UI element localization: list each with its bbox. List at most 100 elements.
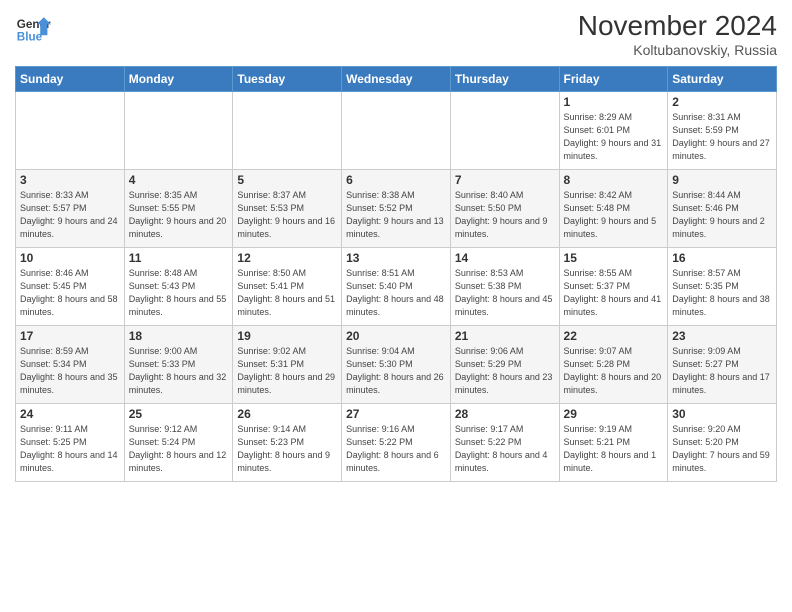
day-number: 20 (346, 329, 446, 343)
calendar-cell: 8 Sunrise: 8:42 AMSunset: 5:48 PMDaylight… (559, 170, 668, 248)
day-number: 2 (672, 95, 772, 109)
calendar-cell: 20 Sunrise: 9:04 AMSunset: 5:30 PMDayligh… (342, 326, 451, 404)
day-number: 8 (564, 173, 664, 187)
page-container: General Blue November 2024 Koltubanovski… (0, 0, 792, 490)
day-number: 3 (20, 173, 120, 187)
calendar-cell: 24 Sunrise: 9:11 AMSunset: 5:25 PMDayligh… (16, 404, 125, 482)
day-info: Sunrise: 8:53 AMSunset: 5:38 PMDaylight:… (455, 267, 555, 319)
day-number: 25 (129, 407, 229, 421)
location-subtitle: Koltubanovskiy, Russia (578, 42, 777, 58)
day-number: 5 (237, 173, 337, 187)
day-info: Sunrise: 8:40 AMSunset: 5:50 PMDaylight:… (455, 189, 555, 241)
day-info: Sunrise: 9:12 AMSunset: 5:24 PMDaylight:… (129, 423, 229, 475)
calendar-cell: 16 Sunrise: 8:57 AMSunset: 5:35 PMDayligh… (668, 248, 777, 326)
day-info: Sunrise: 9:17 AMSunset: 5:22 PMDaylight:… (455, 423, 555, 475)
calendar-cell: 9 Sunrise: 8:44 AMSunset: 5:46 PMDaylight… (668, 170, 777, 248)
day-number: 27 (346, 407, 446, 421)
col-header-saturday: Saturday (668, 67, 777, 92)
calendar-cell (124, 92, 233, 170)
day-info: Sunrise: 8:50 AMSunset: 5:41 PMDaylight:… (237, 267, 337, 319)
day-number: 17 (20, 329, 120, 343)
day-info: Sunrise: 9:14 AMSunset: 5:23 PMDaylight:… (237, 423, 337, 475)
day-number: 15 (564, 251, 664, 265)
calendar-cell: 23Sunrise: 9:09 AMSunset: 5:27 PMDayligh… (668, 326, 777, 404)
day-info: Sunrise: 8:46 AMSunset: 5:45 PMDaylight:… (20, 267, 120, 319)
day-info: Sunrise: 8:57 AMSunset: 5:35 PMDaylight:… (672, 267, 772, 319)
day-info: Sunrise: 9:09 AMSunset: 5:27 PMDaylight:… (672, 345, 772, 397)
day-info: Sunrise: 9:11 AMSunset: 5:25 PMDaylight:… (20, 423, 120, 475)
col-header-monday: Monday (124, 67, 233, 92)
day-info: Sunrise: 8:29 AMSunset: 6:01 PMDaylight:… (564, 111, 664, 163)
day-info: Sunrise: 8:35 AMSunset: 5:55 PMDaylight:… (129, 189, 229, 241)
day-number: 28 (455, 407, 555, 421)
day-number: 24 (20, 407, 120, 421)
calendar-cell: 1 Sunrise: 8:29 AMSunset: 6:01 PMDaylight… (559, 92, 668, 170)
day-number: 10 (20, 251, 120, 265)
calendar-cell: 14 Sunrise: 8:53 AMSunset: 5:38 PMDayligh… (450, 248, 559, 326)
day-number: 13 (346, 251, 446, 265)
day-info: Sunrise: 9:16 AMSunset: 5:22 PMDaylight:… (346, 423, 446, 475)
day-number: 1 (564, 95, 664, 109)
day-info: Sunrise: 8:31 AMSunset: 5:59 PMDaylight:… (672, 111, 772, 163)
calendar-week-3: 10 Sunrise: 8:46 AMSunset: 5:45 PMDayligh… (16, 248, 777, 326)
calendar-cell: 11 Sunrise: 8:48 AMSunset: 5:43 PMDayligh… (124, 248, 233, 326)
day-info: Sunrise: 9:00 AMSunset: 5:33 PMDaylight:… (129, 345, 229, 397)
day-number: 12 (237, 251, 337, 265)
calendar-cell (450, 92, 559, 170)
calendar-week-4: 17 Sunrise: 8:59 AMSunset: 5:34 PMDayligh… (16, 326, 777, 404)
calendar-cell: 7 Sunrise: 8:40 AMSunset: 5:50 PMDaylight… (450, 170, 559, 248)
calendar-cell: 5 Sunrise: 8:37 AMSunset: 5:53 PMDaylight… (233, 170, 342, 248)
calendar-cell: 21 Sunrise: 9:06 AMSunset: 5:29 PMDayligh… (450, 326, 559, 404)
col-header-tuesday: Tuesday (233, 67, 342, 92)
calendar-cell: 4Sunrise: 8:35 AMSunset: 5:55 PMDaylight… (124, 170, 233, 248)
calendar-week-2: 3Sunrise: 8:33 AMSunset: 5:57 PMDaylight… (16, 170, 777, 248)
day-number: 9 (672, 173, 772, 187)
calendar-cell: 27 Sunrise: 9:16 AMSunset: 5:22 PMDayligh… (342, 404, 451, 482)
calendar-cell: 22 Sunrise: 9:07 AMSunset: 5:28 PMDayligh… (559, 326, 668, 404)
day-info: Sunrise: 9:04 AMSunset: 5:30 PMDaylight:… (346, 345, 446, 397)
calendar-cell: 13 Sunrise: 8:51 AMSunset: 5:40 PMDayligh… (342, 248, 451, 326)
day-info: Sunrise: 9:20 AMSunset: 5:20 PMDaylight:… (672, 423, 772, 475)
calendar-cell: 2 Sunrise: 8:31 AMSunset: 5:59 PMDaylight… (668, 92, 777, 170)
col-header-thursday: Thursday (450, 67, 559, 92)
day-number: 16 (672, 251, 772, 265)
day-info: Sunrise: 8:37 AMSunset: 5:53 PMDaylight:… (237, 189, 337, 241)
calendar-cell (16, 92, 125, 170)
calendar-cell: 18 Sunrise: 9:00 AMSunset: 5:33 PMDayligh… (124, 326, 233, 404)
day-number: 18 (129, 329, 229, 343)
day-info: Sunrise: 8:42 AMSunset: 5:48 PMDaylight:… (564, 189, 664, 241)
calendar-cell: 19Sunrise: 9:02 AMSunset: 5:31 PMDayligh… (233, 326, 342, 404)
day-info: Sunrise: 8:55 AMSunset: 5:37 PMDaylight:… (564, 267, 664, 319)
day-info: Sunrise: 9:02 AMSunset: 5:31 PMDaylight:… (237, 345, 337, 397)
calendar-cell: 26Sunrise: 9:14 AMSunset: 5:23 PMDayligh… (233, 404, 342, 482)
day-info: Sunrise: 8:48 AMSunset: 5:43 PMDaylight:… (129, 267, 229, 319)
day-number: 22 (564, 329, 664, 343)
day-number: 11 (129, 251, 229, 265)
day-info: Sunrise: 8:44 AMSunset: 5:46 PMDaylight:… (672, 189, 772, 241)
day-number: 30 (672, 407, 772, 421)
day-number: 29 (564, 407, 664, 421)
logo: General Blue (15, 10, 51, 46)
col-header-wednesday: Wednesday (342, 67, 451, 92)
calendar-cell: 3Sunrise: 8:33 AMSunset: 5:57 PMDaylight… (16, 170, 125, 248)
day-info: Sunrise: 9:07 AMSunset: 5:28 PMDaylight:… (564, 345, 664, 397)
calendar-cell: 29Sunrise: 9:19 AMSunset: 5:21 PMDayligh… (559, 404, 668, 482)
calendar-table: SundayMondayTuesdayWednesdayThursdayFrid… (15, 66, 777, 482)
day-number: 6 (346, 173, 446, 187)
day-number: 14 (455, 251, 555, 265)
page-header: General Blue November 2024 Koltubanovski… (15, 10, 777, 58)
calendar-week-1: 1 Sunrise: 8:29 AMSunset: 6:01 PMDaylight… (16, 92, 777, 170)
calendar-cell: 15 Sunrise: 8:55 AMSunset: 5:37 PMDayligh… (559, 248, 668, 326)
day-number: 7 (455, 173, 555, 187)
calendar-header-row: SundayMondayTuesdayWednesdayThursdayFrid… (16, 67, 777, 92)
day-number: 21 (455, 329, 555, 343)
col-header-friday: Friday (559, 67, 668, 92)
day-info: Sunrise: 9:06 AMSunset: 5:29 PMDaylight:… (455, 345, 555, 397)
col-header-sunday: Sunday (16, 67, 125, 92)
calendar-cell: 28 Sunrise: 9:17 AMSunset: 5:22 PMDayligh… (450, 404, 559, 482)
svg-text:Blue: Blue (17, 31, 43, 44)
calendar-cell: 17 Sunrise: 8:59 AMSunset: 5:34 PMDayligh… (16, 326, 125, 404)
calendar-cell: 30 Sunrise: 9:20 AMSunset: 5:20 PMDayligh… (668, 404, 777, 482)
day-info: Sunrise: 8:51 AMSunset: 5:40 PMDaylight:… (346, 267, 446, 319)
day-info: Sunrise: 8:59 AMSunset: 5:34 PMDaylight:… (20, 345, 120, 397)
